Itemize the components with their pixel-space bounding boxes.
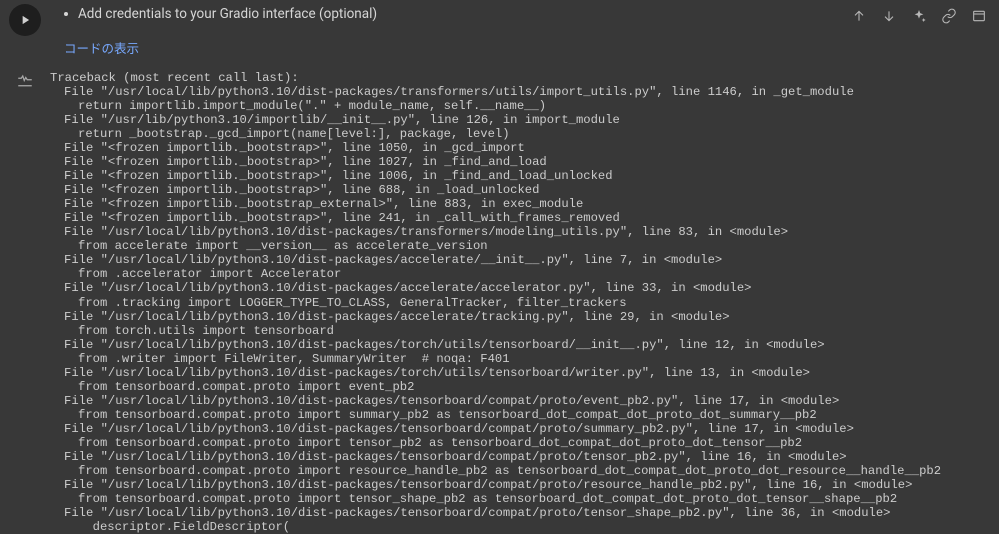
traceback-header: Traceback (most recent call last): bbox=[50, 71, 993, 85]
traceback-file-line: File "/usr/local/lib/python3.10/dist-pac… bbox=[50, 225, 993, 239]
bullet-icon bbox=[64, 12, 68, 16]
link-button[interactable] bbox=[939, 6, 959, 26]
traceback-file-line: File "<frozen importlib._bootstrap>", li… bbox=[50, 169, 993, 183]
link-icon bbox=[941, 8, 957, 24]
traceback-file-line: File "/usr/local/lib/python3.10/dist-pac… bbox=[50, 450, 993, 464]
traceback-file-line: File "/usr/local/lib/python3.10/dist-pac… bbox=[50, 85, 993, 99]
traceback-code-line: from .writer import FileWriter, SummaryW… bbox=[50, 352, 993, 366]
traceback-file-line: File "/usr/lib/python3.10/importlib/__in… bbox=[50, 113, 993, 127]
mirror-button[interactable] bbox=[969, 6, 989, 26]
traceback-file-line: File "<frozen importlib._bootstrap>", li… bbox=[50, 211, 993, 225]
cell-markdown-line: Add credentials to your Gradio interface… bbox=[64, 6, 843, 22]
traceback-code-line: from .accelerator import Accelerator bbox=[50, 267, 993, 281]
output-toggle-button[interactable] bbox=[16, 73, 34, 95]
traceback-file-line: File "/usr/local/lib/python3.10/dist-pac… bbox=[50, 394, 993, 408]
move-up-button[interactable] bbox=[849, 6, 869, 26]
traceback-file-line: File "/usr/local/lib/python3.10/dist-pac… bbox=[50, 281, 993, 295]
cell-markdown-text: Add credentials to your Gradio interface… bbox=[78, 6, 377, 22]
traceback-file-line: File "/usr/local/lib/python3.10/dist-pac… bbox=[50, 253, 993, 267]
traceback-file-line: File "/usr/local/lib/python3.10/dist-pac… bbox=[50, 338, 993, 352]
run-cell-button[interactable] bbox=[9, 4, 41, 36]
traceback-code-line: from torch.utils import tensorboard bbox=[50, 324, 993, 338]
move-down-button[interactable] bbox=[879, 6, 899, 26]
traceback-code-line: from tensorboard.compat.proto import ten… bbox=[50, 492, 993, 506]
play-icon bbox=[18, 13, 32, 27]
traceback-code-line: from tensorboard.compat.proto import res… bbox=[50, 464, 993, 478]
traceback-file-line: File "<frozen importlib._bootstrap>", li… bbox=[50, 141, 993, 155]
ai-button[interactable] bbox=[909, 6, 929, 26]
mirror-icon bbox=[971, 8, 987, 24]
traceback-code-line: from .tracking import LOGGER_TYPE_TO_CLA… bbox=[50, 296, 993, 310]
sparkle-icon bbox=[911, 8, 927, 24]
output-settings-icon bbox=[16, 73, 34, 91]
traceback-code-line: from accelerate import __version__ as ac… bbox=[50, 239, 993, 253]
traceback-code-line: return _bootstrap._gcd_import(name[level… bbox=[50, 127, 993, 141]
traceback-file-line: File "/usr/local/lib/python3.10/dist-pac… bbox=[50, 422, 993, 436]
traceback-file-line: File "<frozen importlib._bootstrap>", li… bbox=[50, 183, 993, 197]
traceback-code-line: descriptor.FieldDescriptor( bbox=[50, 520, 993, 534]
traceback-code-line: from tensorboard.compat.proto import ten… bbox=[50, 436, 993, 450]
arrow-down-icon bbox=[881, 8, 897, 24]
traceback-code-line: from tensorboard.compat.proto import sum… bbox=[50, 408, 993, 422]
cell-toolbar bbox=[849, 2, 995, 26]
traceback-file-line: File "/usr/local/lib/python3.10/dist-pac… bbox=[50, 366, 993, 380]
traceback-file-line: File "/usr/local/lib/python3.10/dist-pac… bbox=[50, 478, 993, 492]
arrow-up-icon bbox=[851, 8, 867, 24]
show-code-link[interactable]: コードの表示 bbox=[64, 38, 843, 57]
traceback-code-line: from tensorboard.compat.proto import eve… bbox=[50, 380, 993, 394]
traceback-output: Traceback (most recent call last):File "… bbox=[46, 71, 999, 534]
traceback-file-line: File "<frozen importlib._bootstrap>", li… bbox=[50, 155, 993, 169]
traceback-code-line: return importlib.import_module("." + mod… bbox=[50, 99, 993, 113]
traceback-file-line: File "<frozen importlib._bootstrap_exter… bbox=[50, 197, 993, 211]
traceback-file-line: File "/usr/local/lib/python3.10/dist-pac… bbox=[50, 310, 993, 324]
traceback-file-line: File "/usr/local/lib/python3.10/dist-pac… bbox=[50, 506, 993, 520]
